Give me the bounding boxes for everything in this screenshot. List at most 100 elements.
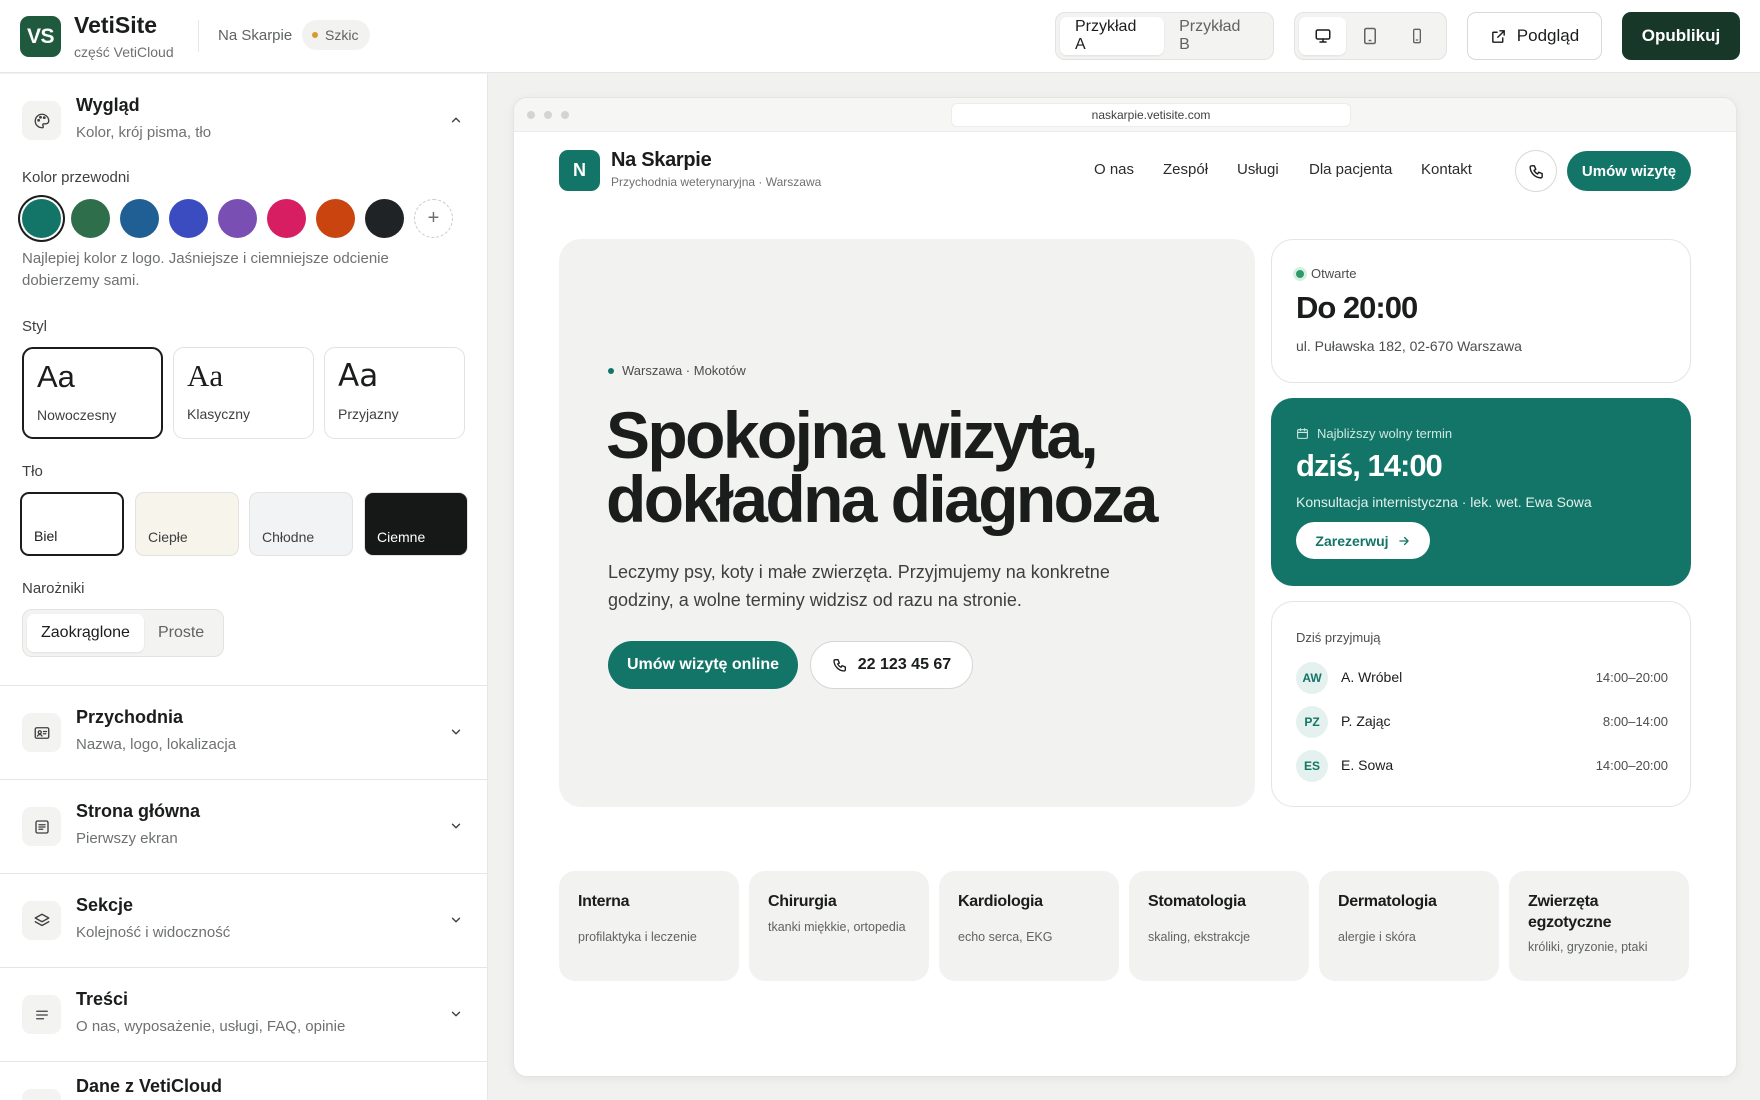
service-description: alergie i skóra xyxy=(1338,930,1416,944)
example-a-tab[interactable]: Przykład A xyxy=(1060,17,1165,55)
mobile-view-button[interactable] xyxy=(1393,17,1440,55)
service-title: Zwierzęta egzotyczne xyxy=(1528,893,1612,931)
calendar-icon xyxy=(1297,428,1308,439)
background-name: Biel xyxy=(34,528,58,544)
content-subtitle: O nas, wyposażenie, usługi, FAQ, opinie xyxy=(76,1018,346,1035)
publish-button[interactable]: Opublikuj xyxy=(1622,12,1740,60)
corners-square-option[interactable]: Proste xyxy=(144,614,218,652)
nav-link-team[interactable]: Zespół xyxy=(1163,161,1208,178)
staff-hours: 14:00–20:00 xyxy=(1595,670,1668,685)
nav-link-for-patients[interactable]: Dla pacjenta xyxy=(1309,161,1392,178)
nav-link-about[interactable]: O nas xyxy=(1094,161,1134,178)
homepage-subtitle: Pierwszy ekran xyxy=(76,830,178,847)
color-swatch[interactable] xyxy=(169,199,208,238)
color-swatch[interactable] xyxy=(22,199,61,238)
site-name: Na Skarpie xyxy=(218,27,293,44)
phone-number-button[interactable]: 22 123 45 67 xyxy=(810,641,973,689)
background-option-dark[interactable]: Ciemne xyxy=(364,492,468,556)
color-swatch[interactable] xyxy=(71,199,110,238)
call-button[interactable] xyxy=(1515,150,1557,192)
status-badge: Szkic xyxy=(302,20,371,50)
color-swatch[interactable] xyxy=(365,199,404,238)
site-tagline: Przychodnia weterynaryjna · Warszawa xyxy=(611,175,822,189)
next-slot-description: Konsultacja internistyczna · lek. wet. E… xyxy=(1296,494,1592,510)
nav-link-contact[interactable]: Kontakt xyxy=(1421,161,1472,178)
text-lines-icon xyxy=(22,995,61,1034)
style-name: Klasyczny xyxy=(187,406,251,422)
example-switcher: Przykład A Przykład B xyxy=(1055,12,1274,60)
staff-row: ES E. Sowa 14:00–20:00 xyxy=(1296,750,1668,782)
clinic-section-header[interactable]: Przychodnia Nazwa, logo, lokalizacja xyxy=(0,686,487,779)
avatar: ES xyxy=(1296,750,1328,782)
corners-label: Narożniki xyxy=(22,580,85,597)
status-dot xyxy=(312,32,318,38)
style-label: Styl xyxy=(22,318,48,335)
service-title: Chirurgia xyxy=(768,893,837,910)
opening-hours-card: Otwarte Do 20:00 ul. Puławska 182, 02-67… xyxy=(1271,239,1691,383)
style-option-classic[interactable]: Aa Klasyczny xyxy=(173,347,314,439)
hero-heading-line: Spokojna wizyta, xyxy=(606,398,1099,472)
appearance-subtitle: Kolor, krój pisma, tło xyxy=(76,124,212,141)
homepage-section-header[interactable]: Strona główna Pierwszy ekran xyxy=(0,780,487,873)
mobile-icon xyxy=(1412,28,1421,44)
add-color-button[interactable]: + xyxy=(414,199,453,238)
service-title: Kardiologia xyxy=(958,893,1043,910)
hero-heading: Spokojna wizyta, dokładna diagnoza xyxy=(606,398,1246,532)
background-option-warm[interactable]: Ciepłe xyxy=(135,492,239,556)
clinic-subtitle: Nazwa, logo, lokalizacja xyxy=(76,736,237,753)
background-option-cool[interactable]: Chłodne xyxy=(249,492,353,556)
color-swatch[interactable] xyxy=(267,199,306,238)
veticloud-section-header[interactable]: Dane z VetiCloud xyxy=(0,1062,487,1100)
sections-section-header[interactable]: Sekcje Kolejność i widoczność xyxy=(0,874,487,967)
style-option-modern[interactable]: Aa Nowoczesny xyxy=(22,347,163,439)
tablet-view-button[interactable] xyxy=(1346,17,1393,55)
color-swatch[interactable] xyxy=(316,199,355,238)
content-section-header[interactable]: Treści O nas, wyposażenie, usługi, FAQ, … xyxy=(0,968,487,1061)
nav-link-services[interactable]: Usługi xyxy=(1237,161,1279,178)
service-card[interactable]: Stomatologia skaling, ekstrakcje xyxy=(1129,871,1309,981)
window-dot xyxy=(544,111,552,119)
site-logo[interactable]: N xyxy=(559,150,600,191)
staff-name: P. Zając xyxy=(1341,713,1391,729)
background-name: Ciepłe xyxy=(148,529,188,545)
chevron-down-icon xyxy=(448,818,464,834)
appearance-section-header[interactable]: Wygląd Kolor, krój pisma, tło xyxy=(0,74,487,167)
style-option-friendly[interactable]: Aa Przyjazny xyxy=(324,347,465,439)
hero-location-text: Warszawa · Mokotów xyxy=(622,363,746,378)
service-card[interactable]: Interna profilaktyka i leczenie xyxy=(559,871,739,981)
sections-title: Sekcje xyxy=(76,895,134,915)
reserve-button[interactable]: Zarezerwuj xyxy=(1296,522,1430,559)
book-online-button[interactable]: Umów wizytę online xyxy=(608,641,798,689)
cloud-icon xyxy=(22,1089,61,1100)
preview-label: Podgląd xyxy=(1516,26,1580,45)
service-card[interactable]: Dermatologia alergie i skóra xyxy=(1319,871,1499,981)
plus-icon: + xyxy=(427,207,440,229)
color-swatch[interactable] xyxy=(120,199,159,238)
browser-toolbar: naskarpie.vetisite.com xyxy=(514,98,1736,132)
preview-button[interactable]: Podgląd xyxy=(1467,12,1602,60)
example-b-tab[interactable]: Przykład B xyxy=(1164,17,1269,55)
chevron-down-icon xyxy=(448,912,464,928)
device-switcher xyxy=(1294,12,1447,60)
corners-switcher: Zaokrąglone Proste xyxy=(22,609,224,657)
next-slot-card: Najbliższy wolny termin dziś, 14:00 Kons… xyxy=(1271,398,1691,586)
avatar: AW xyxy=(1296,662,1328,694)
desktop-view-button[interactable] xyxy=(1299,17,1346,55)
clinic-title: Przychodnia xyxy=(76,707,184,727)
service-card[interactable]: Zwierzęta egzotyczne króliki, gryzonie, … xyxy=(1509,871,1689,981)
style-name: Nowoczesny xyxy=(37,407,117,423)
service-card[interactable]: Kardiologia echo serca, EKG xyxy=(939,871,1119,981)
palette-icon xyxy=(22,101,61,140)
phone-icon xyxy=(1528,164,1543,179)
service-description: skaling, ekstrakcje xyxy=(1148,930,1251,944)
style-sample: Aa xyxy=(187,358,224,393)
background-option-white[interactable]: Biel xyxy=(20,492,124,556)
app-subtitle: część VetiCloud xyxy=(74,44,174,60)
next-slot-label-text: Najbliższy wolny termin xyxy=(1317,426,1453,441)
color-swatch[interactable] xyxy=(218,199,257,238)
service-card[interactable]: Chirurgia tkanki miękkie, ortopedia xyxy=(749,871,929,981)
book-visit-button[interactable]: Umów wizytę xyxy=(1567,151,1691,191)
corners-rounded-option[interactable]: Zaokrąglone xyxy=(27,614,144,652)
layers-icon xyxy=(22,901,61,940)
app-logo: VS xyxy=(20,16,61,57)
